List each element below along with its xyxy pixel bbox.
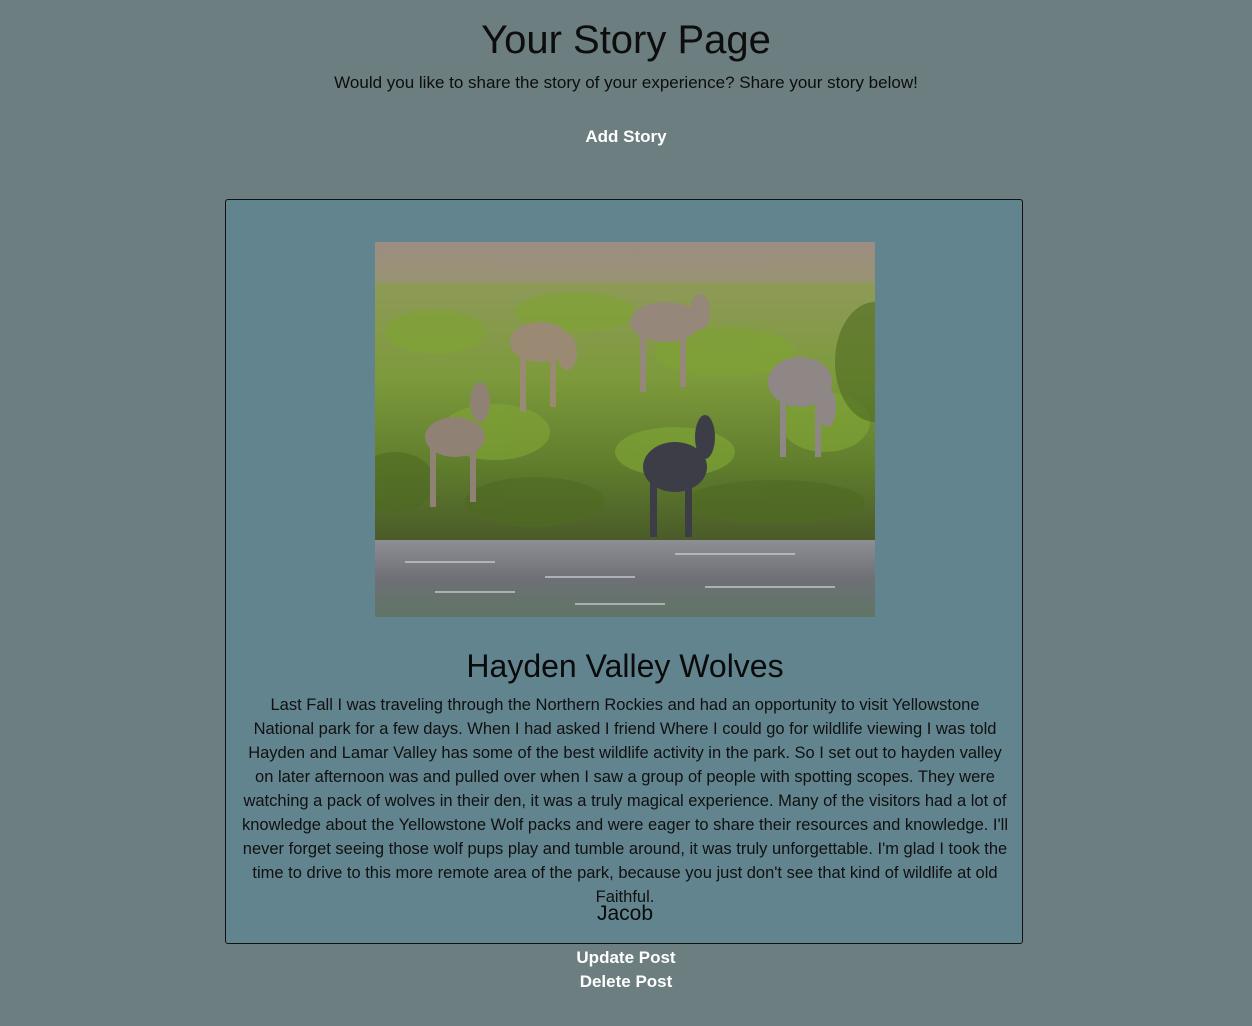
add-story-button[interactable]: Add Story	[585, 126, 666, 148]
story-body: Last Fall I was traveling through the No…	[242, 696, 1008, 906]
story-image	[375, 242, 875, 617]
story-page: Your Story Page Would you like to share …	[0, 0, 1252, 1026]
add-story-container: Add Story	[0, 126, 1252, 148]
page-title: Your Story Page	[481, 18, 771, 62]
page-subtitle: Would you like to share the story of you…	[334, 73, 918, 92]
story-author: Jacob	[596, 902, 654, 925]
post-actions: Update Post Delete Post	[0, 947, 1252, 995]
story-title: Hayden Valley Wolves	[466, 648, 784, 684]
story-card: Hayden Valley Wolves Last Fall I was tra…	[225, 199, 1023, 944]
delete-post-button[interactable]: Delete Post	[580, 971, 673, 993]
update-post-button[interactable]: Update Post	[576, 947, 675, 969]
wolf-pups-photo	[375, 242, 875, 617]
